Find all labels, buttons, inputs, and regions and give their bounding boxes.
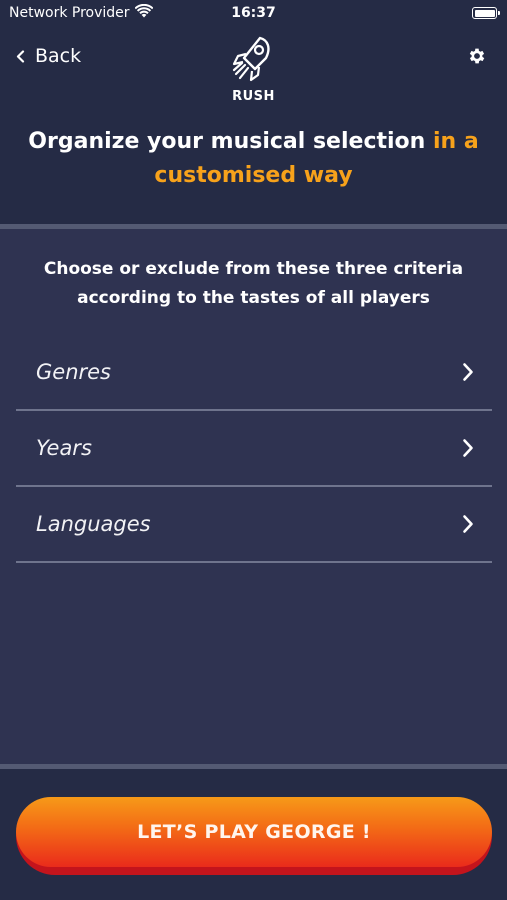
chevron-right-icon (463, 363, 473, 381)
footer: LET’S PLAY GEORGE ! (0, 769, 507, 900)
criteria-item-languages[interactable]: Languages (16, 487, 492, 563)
mode-label: RUSH (232, 89, 275, 104)
criteria-label: Languages (36, 512, 151, 536)
page-headline: Organize your musical selection in a cus… (20, 125, 487, 193)
rocket-icon (232, 36, 270, 82)
play-button-label: LET’S PLAY GEORGE ! (16, 797, 492, 867)
gear-icon[interactable] (467, 46, 487, 66)
chevron-right-icon (463, 439, 473, 457)
criteria-item-genres[interactable]: Genres (16, 335, 492, 411)
criteria-item-years[interactable]: Years (16, 411, 492, 487)
clock: 16:37 (231, 5, 276, 21)
chevron-left-icon (16, 44, 25, 68)
criteria-list: Genres Years Languages (16, 335, 492, 563)
battery-icon (472, 7, 500, 19)
status-bar: Network Provider 16:37 (0, 0, 507, 28)
headline-main: Organize your musical selection (28, 129, 433, 154)
instruction-text: Choose or exclude from these three crite… (43, 259, 464, 308)
back-button[interactable]: Back (16, 44, 81, 68)
back-label: Back (35, 45, 82, 67)
criteria-panel: Choose or exclude from these three crite… (0, 229, 507, 765)
play-button[interactable]: LET’S PLAY GEORGE ! (16, 797, 492, 875)
criteria-label: Years (36, 436, 92, 460)
header: Back RUSH Organize your musical selectio… (0, 28, 507, 224)
chevron-right-icon (463, 515, 473, 533)
criteria-label: Genres (36, 360, 111, 384)
